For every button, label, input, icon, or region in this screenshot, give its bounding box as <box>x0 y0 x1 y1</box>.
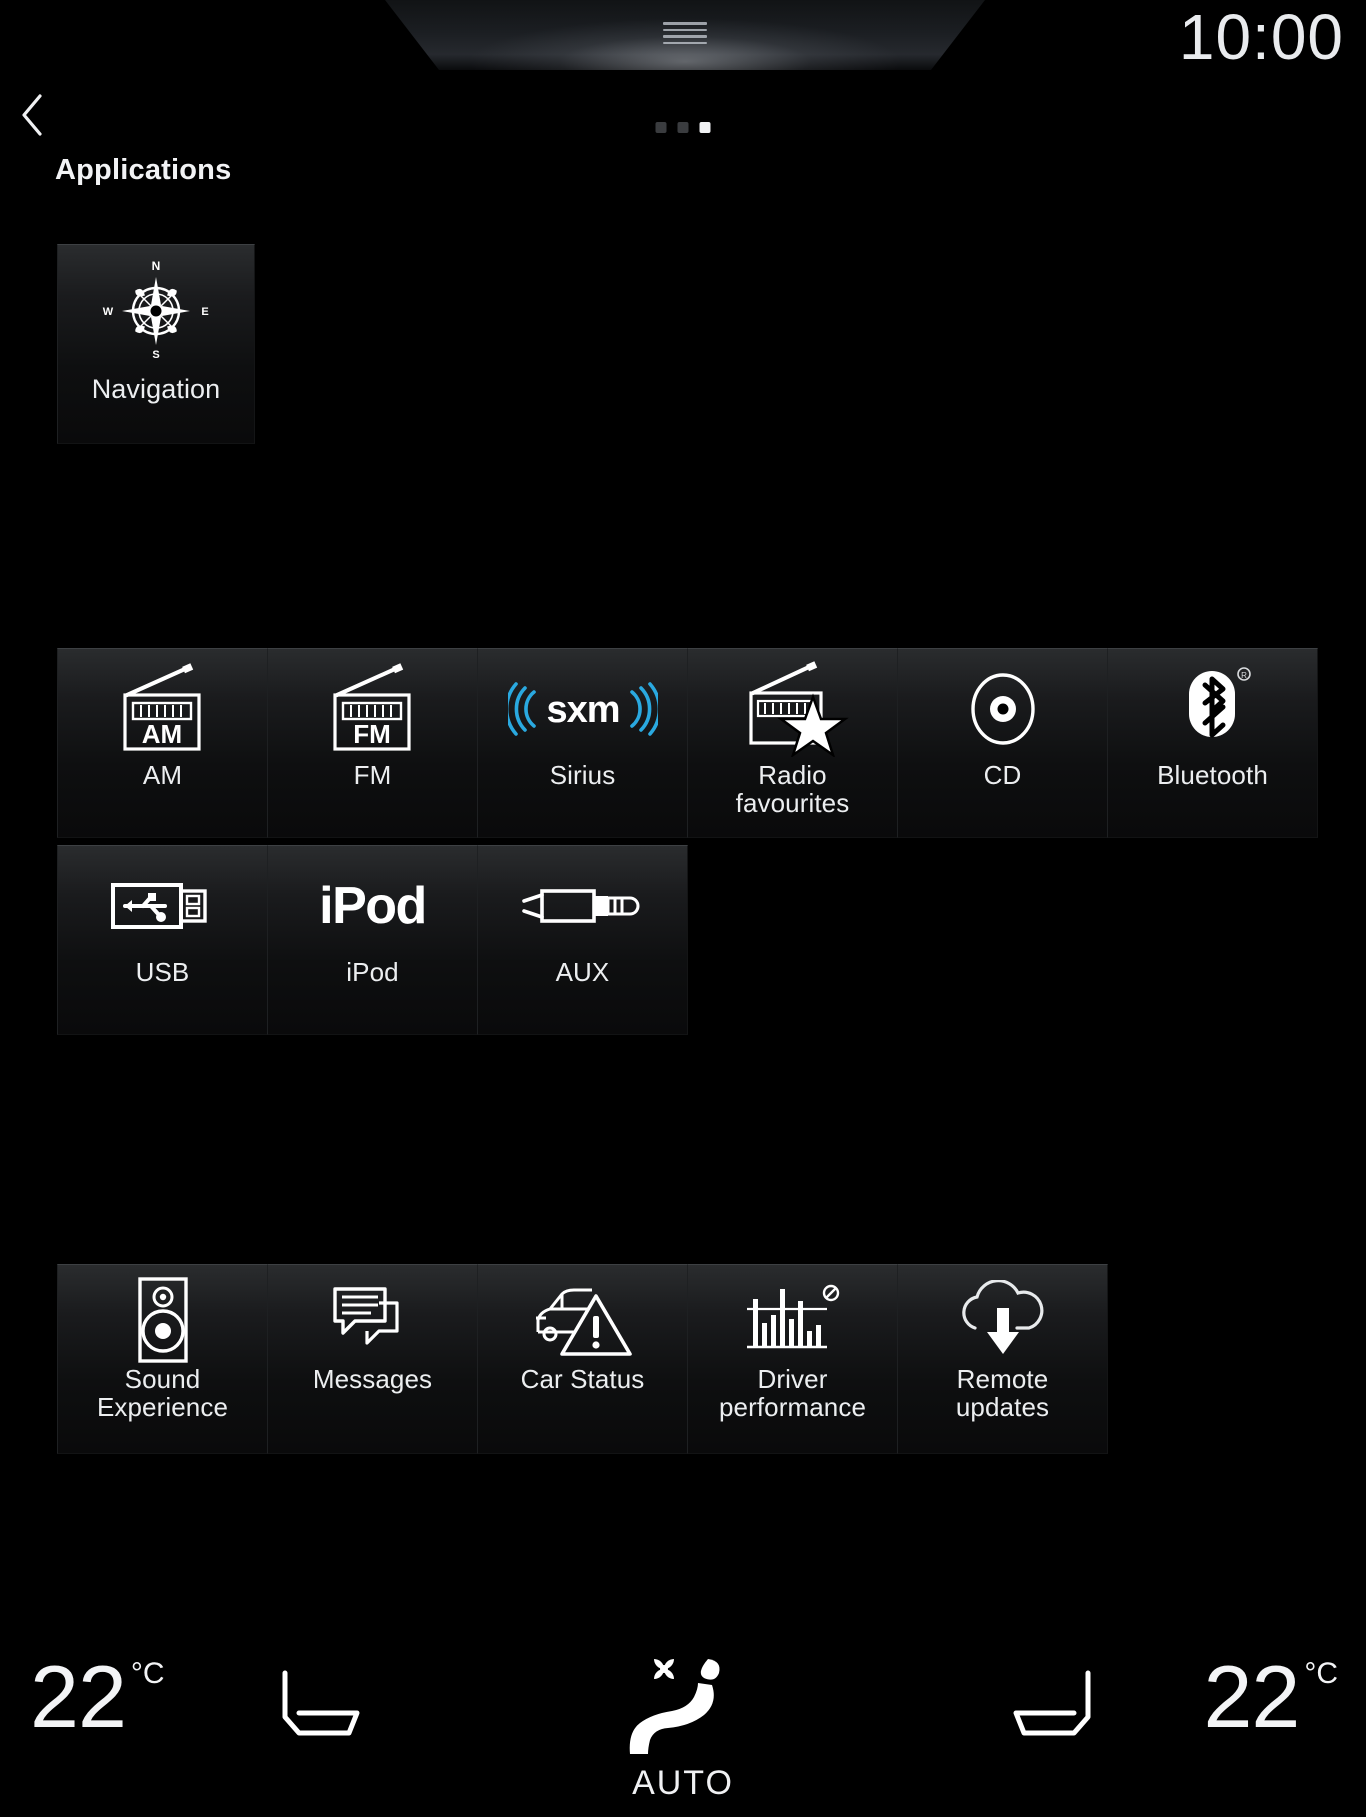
tile-label-navigation: Navigation <box>91 374 221 404</box>
svg-text:W: W <box>103 306 114 318</box>
seat-icon <box>265 1665 365 1756</box>
tile-car-status[interactable]: Car Status <box>477 1264 688 1454</box>
fan-seat-auto-icon <box>608 1649 758 1762</box>
right-seat-heater-button[interactable] <box>998 1665 1118 1755</box>
tile-label-car-status: Car Status <box>520 1364 645 1394</box>
auto-label: AUTO <box>632 1764 734 1802</box>
bluetooth-icon: R <box>1108 649 1317 757</box>
page-indicator[interactable] <box>655 122 711 133</box>
svg-text:AM: AM <box>141 719 181 749</box>
label-line-1: Radio <box>758 760 827 790</box>
left-seat-heater-button[interactable] <box>255 1665 375 1755</box>
tile-label-aux: AUX <box>555 957 610 987</box>
svg-text:R: R <box>1241 671 1247 680</box>
page-dot-2[interactable] <box>677 122 689 133</box>
page-title: Applications <box>55 154 232 186</box>
left-temperature[interactable]: 22 °C <box>30 1653 165 1741</box>
car-warning-icon <box>478 1265 687 1361</box>
speaker-icon <box>58 1265 267 1363</box>
tile-ipod[interactable]: iPod iPod <box>267 845 478 1035</box>
compass-rose-icon: N S E W <box>58 245 254 373</box>
page-dot-1[interactable] <box>655 122 667 133</box>
cloud-download-icon <box>898 1265 1107 1361</box>
tile-label-sirius: Sirius <box>549 760 616 790</box>
tile-remote-updates[interactable]: Remote updates <box>897 1264 1108 1454</box>
tile-sirius[interactable]: sxm Sirius <box>477 648 688 838</box>
tile-usb[interactable]: USB <box>57 845 268 1035</box>
tile-navigation[interactable]: N S E W Navigation <box>57 244 255 444</box>
back-button[interactable] <box>10 92 54 138</box>
tile-driver-performance[interactable]: Driver performance <box>687 1264 898 1454</box>
tile-label-ipod: iPod <box>346 957 399 987</box>
tile-messages[interactable]: Messages <box>267 1264 478 1454</box>
aux-jack-icon <box>478 846 687 954</box>
compact-disc-icon <box>898 649 1107 757</box>
tile-label-bluetooth: Bluetooth <box>1157 760 1268 790</box>
usb-connector-icon <box>58 846 267 954</box>
tile-label-usb: USB <box>135 957 190 987</box>
label-line-2: favourites <box>735 788 850 819</box>
tile-fm[interactable]: FM FM <box>267 648 478 838</box>
label-line-2: performance <box>718 1392 867 1423</box>
ipod-wordmark-text: iPod <box>319 877 427 935</box>
svg-text:FM: FM <box>353 719 391 749</box>
tile-aux[interactable]: AUX <box>477 845 688 1035</box>
right-temperature[interactable]: 22 °C <box>1203 1653 1338 1741</box>
label-line-2: updates <box>955 1392 1050 1423</box>
right-temperature-unit: °C <box>1304 1657 1338 1690</box>
air-vent-grille-icon <box>663 22 707 44</box>
ipod-wordmark-icon: iPod <box>268 846 477 954</box>
sxm-logo-icon: sxm <box>478 649 687 757</box>
svg-text:E: E <box>201 306 208 318</box>
tile-label-messages: Messages <box>312 1364 433 1394</box>
chat-bubbles-icon <box>268 1265 477 1361</box>
svg-text:sxm: sxm <box>546 689 619 731</box>
dashboard-bezel <box>385 0 985 70</box>
radio-star-favourites-icon <box>688 649 897 757</box>
bar-chart-icon <box>688 1265 897 1361</box>
clock: 10:00 <box>1178 1 1344 73</box>
label-line-1: Remote <box>956 1364 1049 1394</box>
label-line-2: Experience <box>96 1392 229 1423</box>
radio-fm-icon: FM <box>268 649 477 757</box>
auto-climate-button[interactable]: AUTO <box>588 1649 778 1803</box>
svg-text:N: N <box>152 259 161 273</box>
radio-am-icon: AM <box>58 649 267 757</box>
left-temperature-unit: °C <box>130 1657 165 1690</box>
tile-label-remote-updates: Remote updates <box>898 1365 1107 1421</box>
svg-text:S: S <box>152 349 159 361</box>
tile-label-radio-favourites: Radio favourites <box>688 761 897 817</box>
tile-label-am: AM <box>142 760 183 790</box>
right-temperature-value: 22 <box>1203 1647 1300 1746</box>
infotainment-screen: 10:00 Applications N S E W Navigation AM… <box>0 0 1366 1817</box>
page-dot-3-active[interactable] <box>699 122 711 133</box>
tile-cd[interactable]: CD <box>897 648 1108 838</box>
climate-bar: 22 °C AUTO 22 °C <box>0 1627 1366 1817</box>
tile-label-fm: FM <box>353 760 392 790</box>
left-temperature-value: 22 <box>30 1647 127 1746</box>
tile-radio-favourites[interactable]: Radio favourites <box>687 648 898 838</box>
tile-label-cd: CD <box>983 760 1022 790</box>
tile-sound-experience[interactable]: Sound Experience <box>57 1264 268 1454</box>
label-line-1: Sound <box>124 1364 201 1394</box>
seat-icon <box>1008 1665 1108 1756</box>
tile-label-driver-performance: Driver performance <box>688 1365 897 1421</box>
chevron-left-icon <box>19 93 45 137</box>
tile-label-sound-experience: Sound Experience <box>58 1365 267 1421</box>
tile-am[interactable]: AM AM <box>57 648 268 838</box>
tile-bluetooth[interactable]: R Bluetooth <box>1107 648 1318 838</box>
label-line-1: Driver <box>757 1364 828 1394</box>
